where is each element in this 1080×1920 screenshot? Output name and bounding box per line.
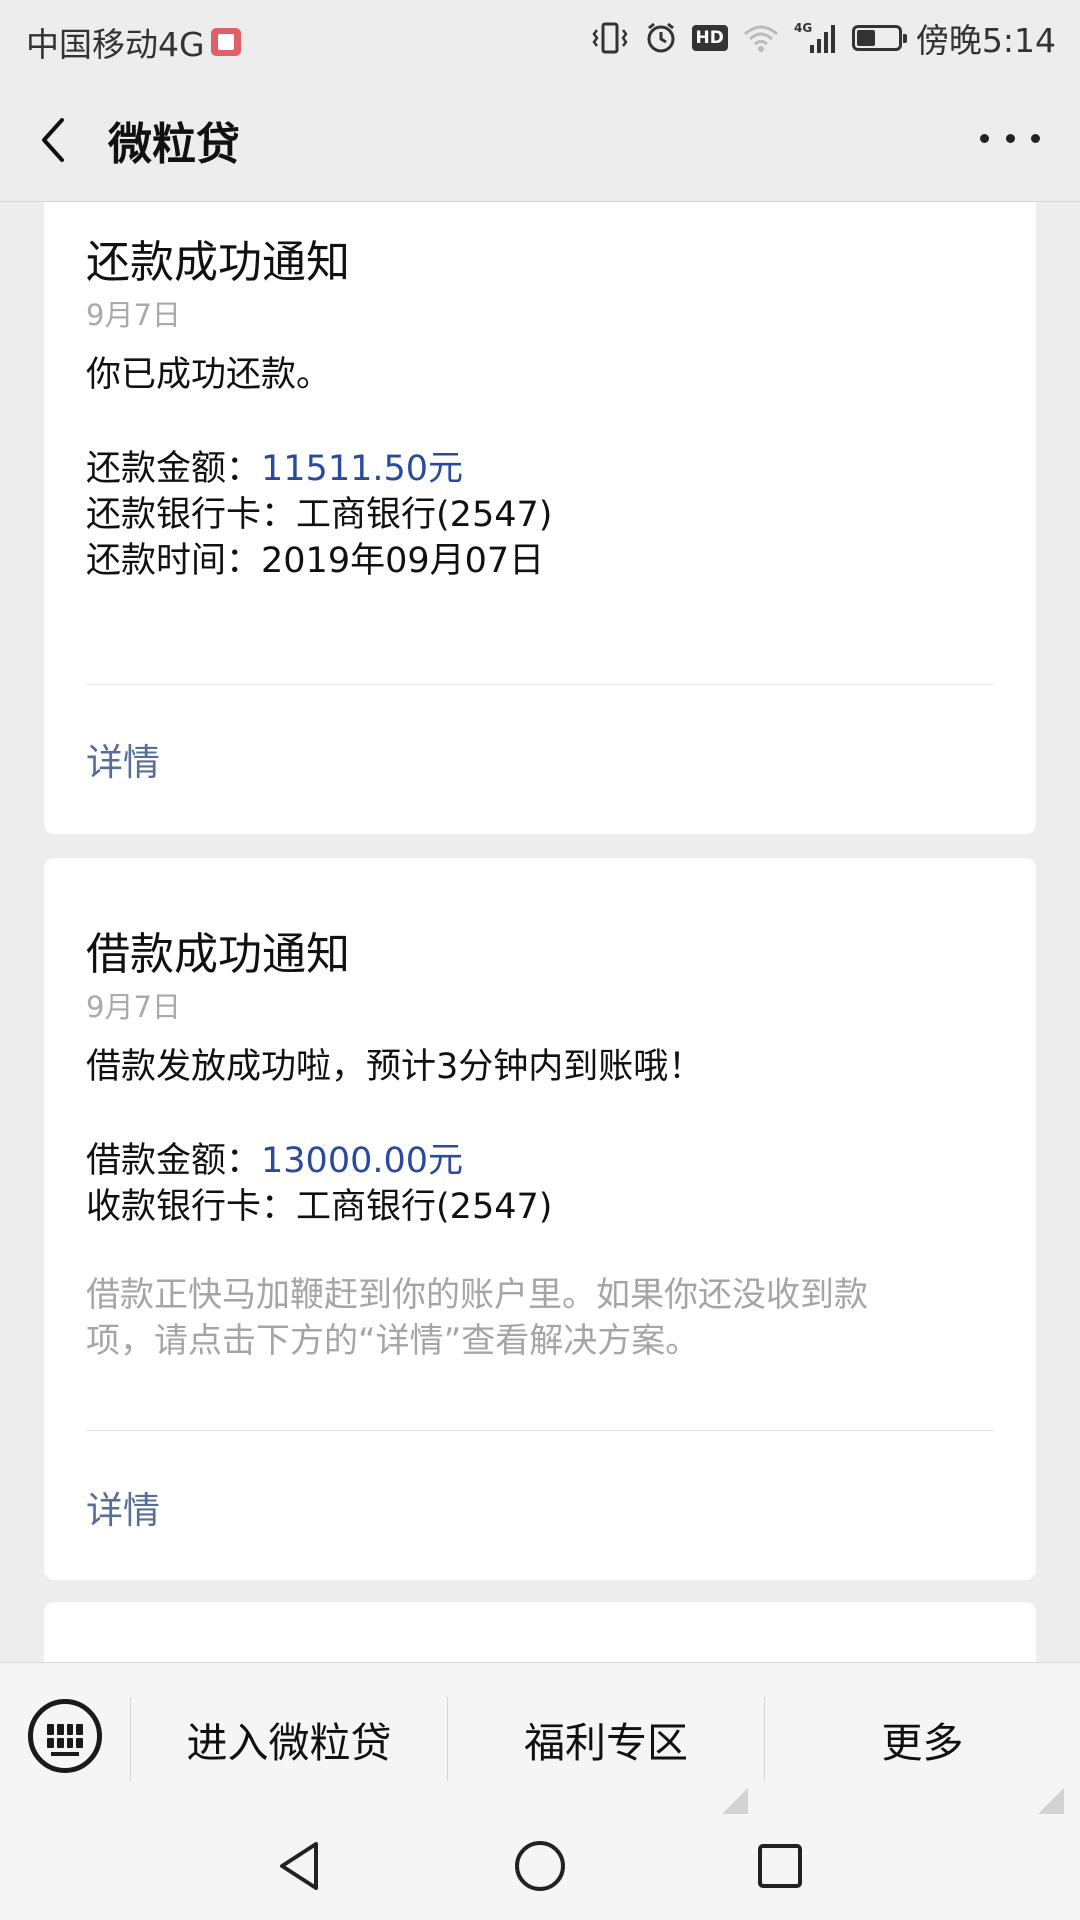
field-row: 还款银行卡：工商银行(2547): [86, 492, 552, 538]
page-title: 微粒贷: [108, 119, 240, 170]
field-row: 还款时间：2019年09月07日: [86, 538, 544, 584]
submenu-indicator: [722, 1788, 748, 1814]
nav-back-icon: [280, 1842, 318, 1890]
system-navigation-bar: [0, 1814, 1080, 1920]
field-row: 借款金额：13000.00元: [86, 1138, 463, 1184]
carrier: 中国移动4G: [26, 18, 241, 66]
field-label: 收款银行卡：: [86, 1187, 297, 1227]
back-button[interactable]: [30, 110, 86, 170]
card-intro: 你已成功还款。: [86, 355, 332, 395]
field-value: 13000.00元: [261, 1141, 464, 1181]
divider: [86, 684, 994, 685]
field-label: 还款金额：: [86, 449, 262, 489]
divider: [86, 1430, 994, 1431]
keyboard-icon: [47, 1724, 83, 1748]
keyboard-toggle-button[interactable]: [28, 1699, 102, 1773]
nav-recents-icon: [758, 1844, 802, 1888]
status-bar: 中国移动4G HD 4G 傍晚5:14: [0, 0, 1080, 76]
nav-bar: 微粒贷: [0, 76, 1080, 202]
status-icons: HD 4G 傍晚5:14: [590, 14, 1056, 62]
more-options-button[interactable]: [980, 126, 1040, 150]
field-label: 还款时间：: [86, 541, 262, 581]
message-card-partial: [44, 1602, 1036, 1662]
menu-item-benefits[interactable]: 福利专区: [448, 1663, 764, 1815]
field-value: 工商银行(2547): [296, 495, 553, 535]
message-list[interactable]: 还款成功通知 9月7日 你已成功还款。 还款金额：11511.50元 还款银行卡…: [0, 202, 1080, 1662]
more-dots-icon: [980, 133, 989, 143]
card-note: 借款正快马加鞭赶到你的账户里。如果你还没收到款 项，请点击下方的“详情”查看解决…: [86, 1272, 868, 1364]
detail-link[interactable]: 详情: [86, 1480, 160, 1534]
network-type-label: 4G: [794, 21, 812, 35]
nav-home-button[interactable]: [510, 1836, 570, 1896]
field-value: 2019年09月07日: [261, 541, 545, 581]
alarm-icon: [644, 21, 678, 55]
menu-item-enter-app[interactable]: 进入微粒贷: [131, 1663, 447, 1815]
message-card-loan: 借款成功通知 9月7日 借款发放成功啦，预计3分钟内到账哦！ 借款金额：1300…: [44, 858, 1036, 1580]
field-label: 还款银行卡：: [86, 495, 297, 535]
back-arrow-icon: [42, 118, 64, 162]
card-intro: 借款发放成功啦，预计3分钟内到账哦！: [86, 1047, 704, 1087]
hd-icon: HD: [691, 25, 728, 51]
nav-back-button[interactable]: [270, 1836, 330, 1896]
card-title: 还款成功通知: [86, 237, 350, 288]
battery-icon: [851, 25, 907, 51]
message-card-repayment: 还款成功通知 9月7日 你已成功还款。 还款金额：11511.50元 还款银行卡…: [44, 202, 1036, 834]
vibrate-icon: [590, 21, 630, 55]
card-title: 借款成功通知: [86, 929, 350, 980]
field-label: 借款金额：: [86, 1141, 262, 1181]
wifi-icon: [742, 22, 780, 54]
signal-icon: 4G: [794, 21, 838, 55]
nav-home-icon: [515, 1841, 565, 1891]
bottom-menu: 进入微粒贷 福利专区 更多: [0, 1662, 1080, 1814]
nav-recents-button[interactable]: [750, 1836, 810, 1896]
submenu-indicator: [1038, 1788, 1064, 1814]
field-row: 还款金额：11511.50元: [86, 446, 463, 492]
field-value: 工商银行(2547): [296, 1187, 553, 1227]
note-line: 借款正快马加鞭赶到你的账户里。如果你还没收到款: [86, 1275, 868, 1315]
status-time: 傍晚5:14: [915, 21, 1056, 60]
note-line: 项，请点击下方的“详情”查看解决方案。: [86, 1321, 700, 1361]
card-date: 9月7日: [86, 990, 181, 1024]
detail-link[interactable]: 详情: [86, 732, 160, 786]
field-row: 收款银行卡：工商银行(2547): [86, 1184, 552, 1230]
field-value: 11511.50元: [261, 449, 464, 489]
menu-item-more[interactable]: 更多: [765, 1663, 1080, 1815]
carrier-label: 中国移动4G: [26, 25, 205, 64]
book-icon: [210, 28, 241, 56]
card-date: 9月7日: [86, 298, 181, 332]
